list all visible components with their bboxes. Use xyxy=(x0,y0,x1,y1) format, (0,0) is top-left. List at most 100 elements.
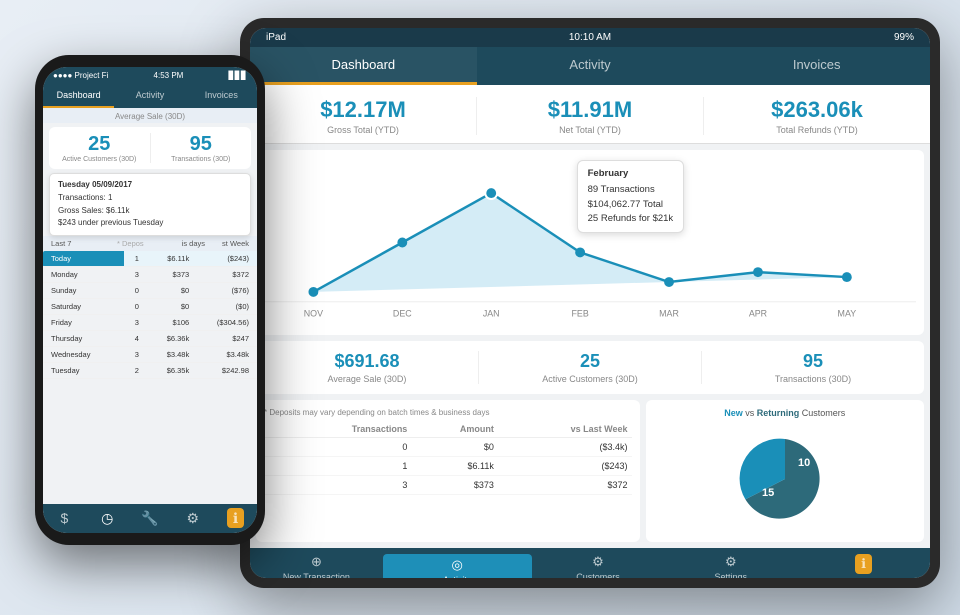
phone-screen: ●●●● Project Fi 4:53 PM ▊▊▊ Dashboard Ac… xyxy=(43,67,257,533)
chart-tooltip: February 89 Transactions $104,062.77 Tot… xyxy=(577,160,685,233)
phone-dollar-btn[interactable]: $ xyxy=(43,508,86,529)
phone-nav: Dashboard Activity Invoices xyxy=(43,84,257,108)
svg-text:15: 15 xyxy=(762,487,774,499)
tablet-bottom-section: * Deposits may vary depending on batch t… xyxy=(256,400,924,542)
table-cell-tx: 3 xyxy=(280,476,411,495)
phone-table-amount: $106 xyxy=(149,315,197,331)
phone-last7-note: * Depos xyxy=(117,239,161,248)
phone-table-day: Today xyxy=(43,251,124,267)
tablet-stat-avg: $691.68 Average Sale (30D) xyxy=(256,351,479,384)
pie-returning-label: Returning xyxy=(757,408,800,418)
phone-carrier: ●●●● Project Fi xyxy=(53,71,108,80)
tablet-customers-value: 25 xyxy=(479,351,701,372)
tablet-refunds-label: Total Refunds (YTD) xyxy=(704,125,930,135)
phone-card-customers: 25 Active Customers (30D) xyxy=(49,133,151,163)
phone-table-amount: $6.36k xyxy=(149,331,197,347)
phone-avg-sale-label: Average Sale (30D) xyxy=(43,108,257,123)
activity-icon: ◎ xyxy=(452,557,463,573)
tablet-stat-tx: 95 Transactions (30D) xyxy=(702,351,924,384)
phone-table-day: Friday xyxy=(43,315,124,331)
svg-text:MAY: MAY xyxy=(838,309,857,319)
table-cell-vs: $372 xyxy=(498,476,632,495)
pie-legend-title: New vs Returning Customers xyxy=(724,408,845,418)
phone-tab-invoices[interactable]: Invoices xyxy=(186,84,257,108)
tablet-new-transaction-btn[interactable]: ⊕ New Transaction xyxy=(250,554,383,578)
svg-text:DEC: DEC xyxy=(393,309,412,319)
tablet-metric-refunds: $263.06k Total Refunds (YTD) xyxy=(704,97,930,135)
phone-table-vs: $247 xyxy=(197,331,257,347)
phone-clock-btn[interactable]: ◷ xyxy=(86,508,129,529)
tablet-bottom-bar: ⊕ New Transaction ◎ Activity ⚙ Customers… xyxy=(250,548,930,578)
pie-title-suffix: Customers xyxy=(802,408,846,418)
activity-label: Activity xyxy=(443,575,472,578)
phone-last7-header: Last 7 * Depos is days st Week xyxy=(43,236,257,251)
phone-table-amount: $0 xyxy=(149,299,197,315)
tablet-customers-btn[interactable]: ⚙ Customers xyxy=(532,554,665,578)
phone-customers-value: 25 xyxy=(49,133,150,156)
tablet-avg-value: $691.68 xyxy=(256,351,478,372)
phone-table-tx: 2 xyxy=(124,363,149,379)
svg-text:FEB: FEB xyxy=(571,309,588,319)
phone-table-vs: ($0) xyxy=(197,299,257,315)
tablet-tx-value: 95 xyxy=(702,351,924,372)
tablet-gross-label: Gross Total (YTD) xyxy=(250,125,476,135)
svg-text:10: 10 xyxy=(798,457,810,469)
info-icon: ℹ xyxy=(855,554,872,574)
table-cell-tx: 0 xyxy=(280,438,411,457)
phone-table-day: Tuesday xyxy=(43,363,124,379)
phone-table-tx: 3 xyxy=(124,347,149,363)
phone-table-amount: $373 xyxy=(149,267,197,283)
tablet-chart-area: NOV DEC JAN FEB MAR APR MAY February 89 … xyxy=(256,150,924,335)
phone-table-amount: $0 xyxy=(149,283,197,299)
phone-cards-row: 25 Active Customers (30D) 95 Transaction… xyxy=(49,127,251,169)
phone-settings-btn[interactable]: ⚙ xyxy=(171,508,214,529)
phone-tooltip-line1: Transactions: 1 xyxy=(58,192,242,205)
table-cell-amount: $0 xyxy=(411,438,498,457)
table-cell-vs: ($3.4k) xyxy=(498,438,632,457)
phone-tooltip-title: Tuesday 05/09/2017 xyxy=(58,179,242,192)
col-amount: Amount xyxy=(411,421,498,438)
tablet-customers-label: Active Customers (30D) xyxy=(479,374,701,384)
phone-table-day: Wednesday xyxy=(43,347,124,363)
tablet-net-label: Net Total (YTD) xyxy=(477,125,703,135)
tablet-carrier: iPad xyxy=(266,32,286,43)
tablet-avg-label: Average Sale (30D) xyxy=(256,374,478,384)
tablet-tab-dashboard[interactable]: Dashboard xyxy=(250,47,477,85)
tablet-device: iPad 10:10 AM 99% Dashboard Activity Inv… xyxy=(240,18,940,588)
phone-table-tx: 3 xyxy=(124,267,149,283)
phone-last7-week: st Week xyxy=(205,239,249,248)
phone-table-container: Today 1 $6.11k ($243) Monday 3 $373 $372… xyxy=(43,251,257,504)
tablet-battery: 99% xyxy=(894,32,914,43)
col-day xyxy=(264,421,280,438)
phone-table-vs: $3.48k xyxy=(197,347,257,363)
phone-table-amount: $3.48k xyxy=(149,347,197,363)
phone-table-vs: ($243) xyxy=(197,251,257,267)
phone-tx-value: 95 xyxy=(151,133,252,156)
tablet-settings-btn[interactable]: ⚙ Settings xyxy=(664,554,797,578)
phone-info-btn[interactable]: ℹ xyxy=(214,508,257,529)
tablet-tab-activity[interactable]: Activity xyxy=(477,47,704,85)
tablet-metric-net: $11.91M Net Total (YTD) xyxy=(477,97,704,135)
phone-customers-label: Active Customers (30D) xyxy=(49,156,150,163)
tablet-info-btn[interactable]: ℹ xyxy=(797,554,930,578)
phone-tools-btn[interactable]: 🔧 xyxy=(129,508,172,529)
phone-tab-dashboard[interactable]: Dashboard xyxy=(43,84,114,108)
customers-icon: ⚙ xyxy=(592,554,604,570)
tablet-tab-invoices[interactable]: Invoices xyxy=(703,47,930,85)
chart-tooltip-title: February xyxy=(588,167,674,181)
phone-table-day: Thursday xyxy=(43,331,124,347)
tablet-activity-btn[interactable]: ◎ Activity xyxy=(383,554,532,578)
table-cell-vs: ($243) xyxy=(498,457,632,476)
phone-tooltip: Tuesday 05/09/2017 Transactions: 1 Gross… xyxy=(49,173,251,236)
pie-chart: 10 15 xyxy=(720,424,850,534)
phone-table-vs: ($76) xyxy=(197,283,257,299)
phone-table-day: Saturday xyxy=(43,299,124,315)
phone-info-icon: ℹ xyxy=(227,508,244,528)
phone-tab-activity[interactable]: Activity xyxy=(114,84,185,108)
phone-time: 4:53 PM xyxy=(154,71,184,80)
tablet-stats-row: $691.68 Average Sale (30D) 25 Active Cus… xyxy=(256,341,924,394)
chart-tooltip-refunds: 25 Refunds for $21k xyxy=(588,212,674,226)
phone-status-bar: ●●●● Project Fi 4:53 PM ▊▊▊ xyxy=(43,67,257,84)
pie-new-label: New xyxy=(724,408,743,418)
phone-tooltip-line2: Gross Sales: $6.11k xyxy=(58,205,242,218)
